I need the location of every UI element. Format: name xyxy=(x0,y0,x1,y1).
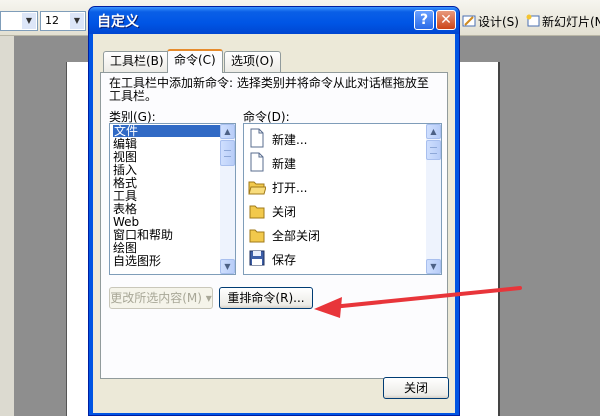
tab-toolbars[interactable]: 工具栏(B) xyxy=(103,51,171,72)
list-item[interactable]: 自选图形 xyxy=(113,255,161,267)
tab-label: 工具栏(B) xyxy=(110,54,164,68)
folder-icon xyxy=(249,229,265,243)
commands-tab-panel: 在工具栏中添加新命令: 选择类别并将命令从此对话框拖放至工具栏。 类别(G): … xyxy=(100,72,448,379)
list-item[interactable]: 绘图 xyxy=(113,242,137,254)
tab-commands[interactable]: 命令(C) xyxy=(167,49,223,73)
tab-label: 选项(O) xyxy=(231,54,274,68)
new-document-icon xyxy=(250,128,264,148)
new-slide-button[interactable]: 新幻灯片(N) xyxy=(526,13,600,31)
font-name-combo[interactable]: ▼ xyxy=(0,11,38,31)
new-document-icon xyxy=(250,152,264,172)
instructions-text: 在工具栏中添加新命令: 选择类别并将命令从此对话框拖放至工具栏。 xyxy=(109,76,429,103)
dialog-title: 自定义 xyxy=(97,14,139,30)
list-item[interactable]: 新建 xyxy=(246,150,416,174)
commands-list[interactable]: 新建... 新建 打开... 关闭 全部关闭 保存 ▲ ▼ xyxy=(243,123,442,275)
command-label: 新建 xyxy=(272,157,297,171)
help-button[interactable]: ? xyxy=(414,10,434,30)
command-label: 关闭 xyxy=(272,205,297,219)
title-close-button[interactable]: ✕ xyxy=(436,10,456,30)
tab-options[interactable]: 选项(O) xyxy=(224,51,281,72)
font-size-value: 12 xyxy=(45,14,59,27)
list-item[interactable]: 文件 xyxy=(113,125,225,137)
list-item[interactable]: 视图 xyxy=(113,151,137,163)
open-folder-icon xyxy=(248,181,266,195)
close-label: 关闭 xyxy=(403,381,428,395)
scroll-up-icon[interactable]: ▲ xyxy=(220,124,235,139)
categories-scrollbar[interactable]: ▲ ▼ xyxy=(220,124,235,274)
command-label: 新建... xyxy=(272,133,308,147)
save-floppy-icon xyxy=(249,250,265,266)
dialog-body: 工具栏(B) 命令(C) 选项(O) 在工具栏中添加新命令: 选择类别并将命令从… xyxy=(93,34,455,413)
design-label: 设计(S) xyxy=(478,15,519,29)
new-slide-icon xyxy=(526,14,540,27)
design-icon xyxy=(462,15,476,27)
dialog-title-bar[interactable]: 自定义 ? ✕ xyxy=(89,7,459,34)
new-slide-label: 新幻灯片(N) xyxy=(542,15,600,29)
categories-list[interactable]: 文件 编辑 视图 插入 格式 工具 表格 Web 窗口和帮助 绘图 自选图形 ▲… xyxy=(109,123,236,275)
list-item[interactable]: Web xyxy=(113,216,139,228)
list-item[interactable]: 保存 xyxy=(246,246,416,270)
list-item[interactable]: 格式 xyxy=(113,177,137,189)
list-item[interactable]: 工具 xyxy=(113,190,137,202)
design-button[interactable]: 设计(S) xyxy=(462,13,519,31)
help-icon: ? xyxy=(419,12,429,28)
scroll-thumb[interactable] xyxy=(426,140,441,160)
list-item[interactable]: 编辑 xyxy=(113,138,137,150)
command-label: 全部关闭 xyxy=(272,229,321,243)
command-label: 打开... xyxy=(272,181,308,195)
close-button[interactable]: 关闭 xyxy=(383,377,449,399)
scroll-up-icon[interactable]: ▲ xyxy=(426,124,441,139)
list-item[interactable]: 插入 xyxy=(113,164,137,176)
dropdown-arrow-icon[interactable]: ▼ xyxy=(22,13,36,29)
list-item[interactable]: 表格 xyxy=(113,203,137,215)
customize-dialog: 自定义 ? ✕ 工具栏(B) 命令(C) 选项(O) 在工具栏中添加新命令: 选… xyxy=(88,6,460,416)
tab-label: 命令(C) xyxy=(174,53,216,67)
folder-icon xyxy=(249,205,265,219)
close-icon: ✕ xyxy=(440,12,452,28)
modify-selection-label: 更改所选内容(M) xyxy=(110,291,202,305)
dropdown-arrow-icon: ▾ xyxy=(205,291,212,305)
command-label: 保存 xyxy=(272,253,297,267)
rearrange-label: 重排命令(R)... xyxy=(227,291,305,305)
list-item[interactable]: 关闭 xyxy=(246,198,416,222)
commands-scrollbar[interactable]: ▲ ▼ xyxy=(426,124,441,274)
list-item[interactable]: 打开... xyxy=(246,174,416,198)
rearrange-commands-button[interactable]: 重排命令(R)... xyxy=(219,287,313,309)
list-item[interactable]: 全部关闭 xyxy=(246,222,416,246)
list-item[interactable]: 新建... xyxy=(246,126,416,150)
scroll-down-icon[interactable]: ▼ xyxy=(220,259,235,274)
dropdown-arrow-icon[interactable]: ▼ xyxy=(70,13,84,29)
modify-selection-button[interactable]: 更改所选内容(M) ▾ xyxy=(109,287,213,309)
list-item[interactable]: 窗口和帮助 xyxy=(113,229,173,241)
scroll-down-icon[interactable]: ▼ xyxy=(426,259,441,274)
left-pane-strip xyxy=(0,36,14,416)
font-size-combo[interactable]: 12 ▼ xyxy=(40,11,86,31)
scroll-thumb[interactable] xyxy=(220,140,235,166)
